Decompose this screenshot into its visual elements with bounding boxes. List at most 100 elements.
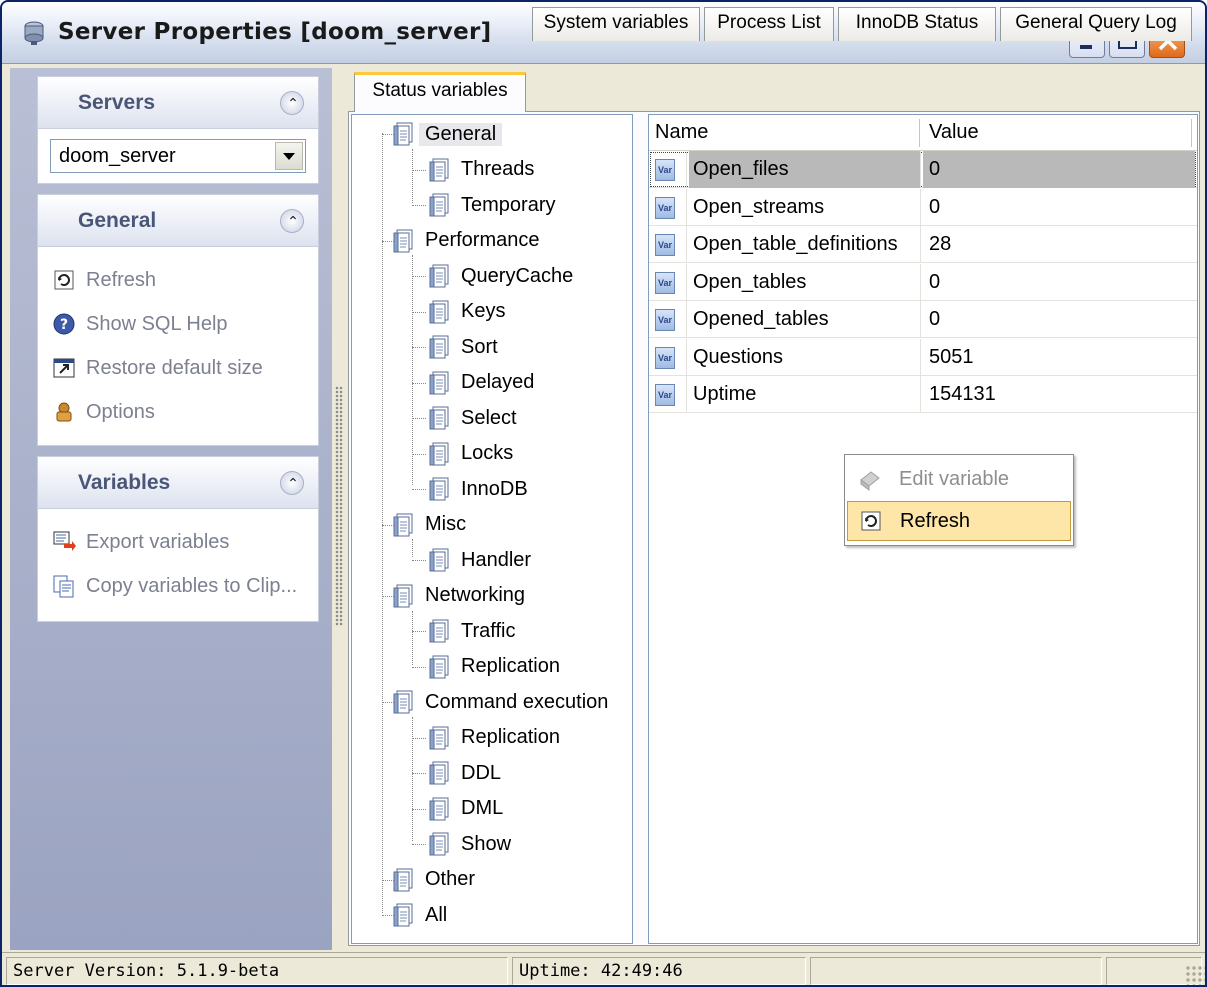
tree-node[interactable]: Command execution (390, 686, 608, 718)
variable-icon: Var (655, 346, 675, 369)
tab-system-variables[interactable]: System variables (532, 7, 700, 41)
servers-panel: doom_server (37, 128, 319, 184)
collapse-icon[interactable]: ⌃ (280, 471, 304, 495)
variable-name-cell[interactable]: Uptime (689, 376, 921, 413)
tree-connector-line (412, 539, 413, 557)
tree-connector-line (412, 311, 426, 313)
variable-value-cell[interactable]: 0 (923, 151, 1195, 188)
variable-name-cell[interactable]: Open_files (689, 151, 921, 188)
options-action[interactable]: Options (52, 397, 155, 427)
column-header-name[interactable]: Name (655, 121, 708, 144)
tree-node[interactable]: Keys (426, 296, 505, 328)
tree-node-label: Keys (461, 300, 506, 322)
category-book-icon (426, 618, 452, 644)
chevron-down-icon[interactable] (275, 142, 303, 170)
category-book-icon (426, 831, 452, 857)
general-panel-header[interactable]: General ⌃ (37, 194, 319, 246)
collapse-icon[interactable]: ⌃ (280, 91, 304, 115)
variable-name-cell[interactable]: Opened_tables (689, 301, 921, 338)
tree-node[interactable]: Replication (426, 722, 560, 754)
general-panel-title: General (78, 209, 157, 232)
tree-node[interactable]: DML (426, 793, 503, 825)
menu-item-edit-variable-label: Edit variable (899, 467, 1010, 490)
table-row[interactable]: Var Opened_tables 0 (649, 301, 1197, 338)
tree-node[interactable]: Delayed (426, 367, 534, 399)
server-select[interactable]: doom_server (50, 139, 306, 173)
table-row[interactable]: Var Questions 5051 (649, 338, 1197, 376)
variable-name-cell[interactable]: Open_table_definitions (689, 226, 921, 263)
table-row[interactable]: Var Open_streams 0 (649, 188, 1197, 226)
tree-node[interactable]: Performance (390, 225, 540, 257)
tree-node[interactable]: InnoDB (426, 473, 528, 505)
tab-process-list[interactable]: Process List (704, 7, 834, 41)
tree-node[interactable]: DDL (426, 757, 501, 789)
tab-status-variables[interactable]: Status variables (354, 72, 526, 112)
variable-name-cell[interactable]: Open_tables (689, 263, 921, 301)
category-book-icon (390, 512, 416, 538)
variable-icon: Var (655, 234, 675, 256)
tree-node[interactable]: Networking (390, 580, 525, 612)
column-divider[interactable] (1191, 119, 1192, 147)
variable-value-cell[interactable]: 5051 (923, 339, 1195, 376)
variable-name-cell[interactable]: Open_streams (689, 188, 921, 226)
variables-panel: Export variables Copy variables to Clip.… (37, 508, 319, 622)
restore-default-size-action[interactable]: Restore default size (52, 353, 263, 383)
copy-variables-action[interactable]: Copy variables to Clip... (52, 571, 297, 601)
table-row[interactable]: Var Open_table_definitions 28 (649, 226, 1197, 263)
tree-node-label: Temporary (461, 193, 556, 216)
tree-node[interactable]: Show (426, 828, 511, 860)
menu-item-refresh[interactable]: Refresh (847, 501, 1071, 541)
category-tree[interactable]: General Threads Temporary Performance QueryC… (351, 114, 633, 944)
tree-node[interactable]: Other (390, 864, 475, 896)
variable-icon: Var (655, 384, 675, 406)
column-divider[interactable] (919, 119, 920, 147)
tree-node[interactable]: Temporary (426, 189, 555, 221)
variable-value-cell[interactable]: 28 (923, 226, 1195, 263)
variable-value-cell[interactable]: 0 (923, 301, 1195, 338)
show-sql-help-action[interactable]: ? Show SQL Help (52, 309, 228, 339)
menu-item-refresh-label: Refresh (900, 509, 971, 532)
tree-node[interactable]: Select (426, 402, 517, 434)
tree-node[interactable]: Locks (426, 438, 513, 470)
edit-variable-icon (857, 466, 883, 492)
tree-connector-line (412, 205, 426, 206)
server-select-value: doom_server (59, 145, 176, 167)
tree-connector-line (412, 844, 426, 845)
sidebar-splitter[interactable] (335, 386, 343, 626)
tree-node[interactable]: Handler (426, 544, 531, 576)
tree-node[interactable]: Replication (426, 651, 560, 683)
export-variables-action[interactable]: Export variables (52, 527, 229, 557)
category-book-icon (426, 547, 452, 573)
variable-name-cell[interactable]: Questions (689, 338, 921, 376)
tab-general-query-log[interactable]: General Query Log (1000, 7, 1192, 41)
table-row[interactable]: Var Open_files 0 (649, 151, 1197, 188)
tree-connector-line (412, 382, 426, 384)
collapse-icon[interactable]: ⌃ (280, 209, 304, 233)
tree-node-label: Misc (425, 513, 467, 535)
tree-node[interactable]: All (390, 899, 447, 931)
variables-panel-header[interactable]: Variables ⌃ (37, 456, 319, 508)
category-book-icon (426, 299, 452, 325)
tree-node[interactable]: General (390, 118, 503, 150)
variable-value-cell[interactable]: 154131 (923, 376, 1195, 413)
column-header-value[interactable]: Value (929, 121, 979, 144)
tree-node[interactable]: Misc (390, 509, 466, 541)
tree-node[interactable]: Traffic (426, 615, 515, 647)
restore-default-size-label: Restore default size (86, 356, 263, 379)
variable-value-cell[interactable]: 0 (923, 264, 1195, 301)
category-book-icon (390, 867, 416, 893)
category-book-icon (426, 405, 452, 431)
resize-grip[interactable] (1185, 965, 1205, 985)
tree-node-label: General (419, 122, 503, 146)
tree-node[interactable]: QueryCache (426, 260, 573, 292)
category-book-icon (426, 192, 452, 218)
refresh-action[interactable]: Refresh (52, 265, 156, 295)
table-row[interactable]: Var Uptime 154131 (649, 376, 1197, 413)
variable-value-cell[interactable]: 0 (923, 189, 1195, 226)
tree-node[interactable]: Threads (426, 154, 534, 186)
servers-panel-header[interactable]: Servers ⌃ (37, 76, 319, 128)
table-row[interactable]: Var Open_tables 0 (649, 263, 1197, 301)
tree-connector-line (412, 276, 426, 277)
tree-node[interactable]: Sort (426, 331, 498, 363)
tab-innodb-status[interactable]: InnoDB Status (838, 7, 996, 41)
